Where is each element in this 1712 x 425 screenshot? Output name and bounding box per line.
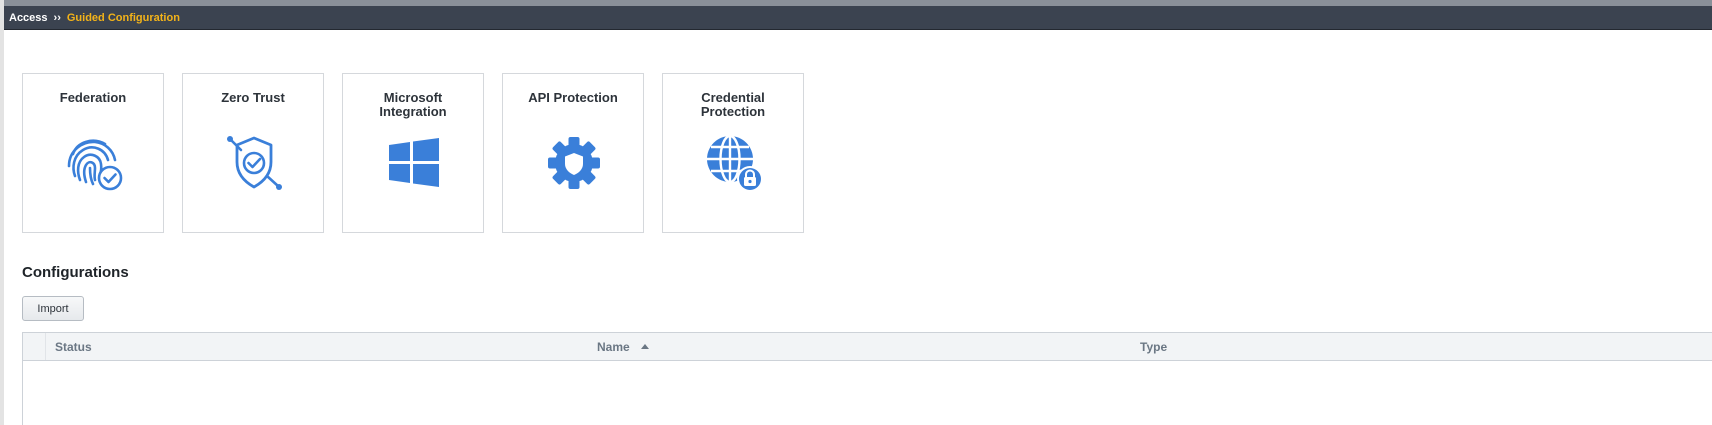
left-rail — [0, 0, 4, 425]
breadcrumb-root[interactable]: Access — [9, 12, 48, 24]
column-header-status[interactable]: Status — [55, 340, 92, 354]
breadcrumb: Access ›› Guided Configuration — [4, 6, 1712, 30]
column-header-name[interactable]: Name — [597, 340, 650, 354]
globe-lock-icon — [703, 132, 765, 194]
tile-title: Credential Protection — [700, 90, 766, 119]
fingerprint-check-icon — [63, 132, 125, 194]
tile-microsoft-integration[interactable]: Microsoft Integration — [342, 73, 484, 233]
sort-ascending-icon — [641, 344, 650, 349]
tile-api-protection[interactable]: API Protection — [502, 73, 644, 233]
breadcrumb-separator: ›› — [53, 11, 61, 24]
tile-title: Microsoft Integration — [379, 90, 447, 119]
column-header-label: Status — [55, 340, 92, 354]
tile-zero-trust[interactable]: Zero Trust — [182, 73, 324, 233]
column-header-label: Name — [597, 340, 630, 354]
windows-logo-icon — [383, 132, 445, 194]
header-gutter — [23, 333, 46, 360]
configurations-title: Configurations — [22, 264, 129, 281]
breadcrumb-current: Guided Configuration — [66, 11, 180, 24]
column-header-type[interactable]: Type — [1140, 340, 1167, 354]
tile-credential-protection[interactable]: Credential Protection — [662, 73, 804, 233]
tile-title: Zero Trust — [221, 90, 285, 105]
gear-shield-icon — [543, 132, 605, 194]
configurations-table: Status Name Type — [22, 332, 1712, 425]
configuration-tiles: Federation Zero Trust Microsoft Integrat… — [22, 73, 804, 233]
tile-title: Federation — [59, 90, 127, 105]
table-header: Status Name Type — [23, 333, 1712, 361]
import-button[interactable]: Import — [22, 296, 84, 321]
column-header-label: Type — [1140, 340, 1168, 354]
page: Access ›› Guided Configuration Federatio… — [0, 0, 1712, 425]
tile-federation[interactable]: Federation — [22, 73, 164, 233]
shield-check-icon — [223, 132, 285, 194]
tile-title: API Protection — [528, 90, 618, 105]
